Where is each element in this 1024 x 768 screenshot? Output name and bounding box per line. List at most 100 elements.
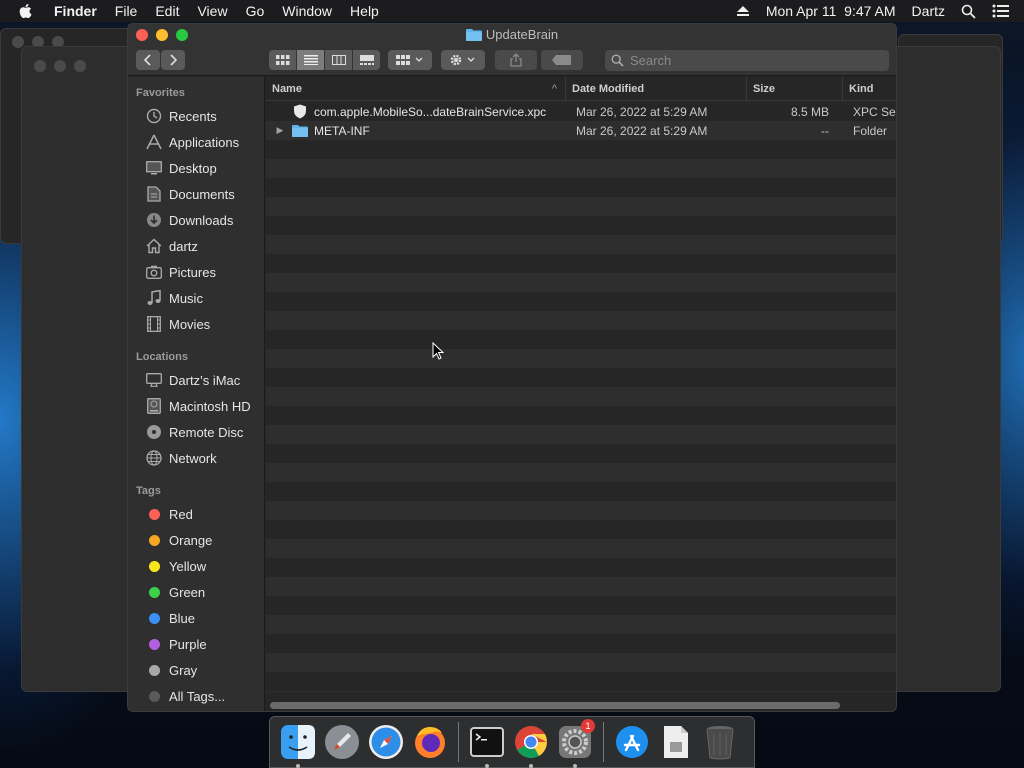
- sidebar-item-applications[interactable]: Applications: [128, 129, 264, 155]
- apple-menu-icon[interactable]: [18, 3, 40, 19]
- spotlight-search-icon[interactable]: [961, 4, 976, 19]
- sidebar-tag-orange[interactable]: Orange: [128, 527, 264, 553]
- dock-system-preferences[interactable]: 1: [555, 719, 595, 768]
- dock-terminal[interactable]: [467, 722, 507, 768]
- dock-safari[interactable]: [366, 722, 406, 762]
- sidebar-item-home[interactable]: dartz: [128, 233, 264, 259]
- sidebar-item-macintosh-hd[interactable]: Macintosh HD: [128, 393, 264, 419]
- edit-tags-button[interactable]: [541, 50, 583, 70]
- folder-icon: [465, 29, 482, 41]
- window-title: UpdateBrain: [485, 27, 559, 42]
- back-button[interactable]: [136, 50, 160, 70]
- action-menu-button[interactable]: [441, 50, 485, 70]
- dock-chrome[interactable]: [511, 722, 551, 768]
- blue-tag-dot-icon: [148, 612, 160, 624]
- sidebar-item-imac[interactable]: Dartz’s iMac: [128, 367, 264, 393]
- column-header-name[interactable]: Name ^: [266, 77, 566, 101]
- sidebar-item-recents[interactable]: Recents: [128, 103, 264, 129]
- icon-view-button[interactable]: [269, 50, 296, 70]
- column-header-date[interactable]: Date Modified: [566, 77, 747, 101]
- gallery-view-button[interactable]: [353, 50, 380, 70]
- sidebar-item-music[interactable]: Music: [128, 285, 264, 311]
- dock-finder[interactable]: [278, 722, 318, 768]
- disclosure-triangle-icon[interactable]: ▶: [274, 125, 286, 136]
- menu-clock[interactable]: Mon Apr 11 9:47 AM: [766, 3, 896, 19]
- column-header-size[interactable]: Size: [747, 77, 843, 101]
- list-view-button[interactable]: [297, 50, 324, 70]
- share-icon: [510, 53, 522, 67]
- menu-window[interactable]: Window: [282, 3, 332, 19]
- horizontal-scrollbar[interactable]: [270, 702, 840, 709]
- forward-button[interactable]: [161, 50, 185, 70]
- menu-go[interactable]: Go: [246, 3, 265, 19]
- search-input[interactable]: [630, 53, 870, 68]
- search-field[interactable]: [605, 50, 889, 71]
- all-tags-icon: [148, 690, 160, 702]
- dock-trash[interactable]: [700, 722, 740, 762]
- sidebar-item-downloads[interactable]: Downloads: [128, 207, 264, 233]
- sidebar-item-label: Recents: [169, 108, 217, 124]
- column-view-button[interactable]: [325, 50, 352, 70]
- gallery-icon: [359, 55, 374, 65]
- menu-view[interactable]: View: [197, 3, 227, 19]
- dock-firefox[interactable]: [410, 722, 450, 762]
- safari-icon: [369, 725, 403, 759]
- file-row[interactable]: com.apple.MobileSo...dateBrainService.xp…: [266, 102, 896, 121]
- gray-tag-dot-icon: [148, 664, 160, 676]
- file-date: Mar 26, 2022 at 5:29 AM: [576, 104, 708, 119]
- file-row[interactable]: ▶ META-INF Mar 26, 2022 at 5:29 AM -- Fo…: [266, 121, 896, 140]
- sidebar-tag-purple[interactable]: Purple: [128, 631, 264, 657]
- sidebar-tag-gray[interactable]: Gray: [128, 657, 264, 683]
- app-store-icon: [616, 726, 648, 758]
- sidebar-item-label: Red: [169, 506, 193, 522]
- file-name: com.apple.MobileSo...dateBrainService.xp…: [314, 104, 547, 119]
- dock-file[interactable]: [656, 722, 696, 762]
- sidebar-tag-green[interactable]: Green: [128, 579, 264, 605]
- chevron-right-icon: [170, 54, 178, 66]
- file-list[interactable]: Name ^ Date Modified Size Kind com.apple…: [266, 77, 896, 711]
- sidebar-item-label: Documents: [169, 186, 235, 202]
- notification-center-icon[interactable]: [992, 4, 1010, 18]
- share-button[interactable]: [495, 50, 537, 70]
- sidebar-tag-red[interactable]: Red: [128, 501, 264, 527]
- dock-app-store[interactable]: [612, 722, 652, 762]
- sidebar-item-desktop[interactable]: Desktop: [128, 155, 264, 181]
- sidebar-item-network[interactable]: Network: [128, 445, 264, 471]
- menu-file[interactable]: File: [115, 3, 138, 19]
- sidebar-tag-yellow[interactable]: Yellow: [128, 553, 264, 579]
- title-bar[interactable]: UpdateBrain: [128, 24, 896, 76]
- column-header-kind[interactable]: Kind: [843, 77, 896, 101]
- yellow-tag-dot-icon: [148, 560, 160, 572]
- menu-help[interactable]: Help: [350, 3, 379, 19]
- menu-user[interactable]: Dartz: [912, 3, 945, 19]
- sidebar-item-documents[interactable]: Documents: [128, 181, 264, 207]
- desktop-icon: [145, 159, 163, 177]
- columns-icon: [331, 55, 346, 65]
- sidebar-tag-blue[interactable]: Blue: [128, 605, 264, 631]
- dock-separator: [603, 722, 604, 762]
- sidebar-item-label: Blue: [169, 610, 196, 626]
- finder-icon: [281, 725, 315, 759]
- sidebar: Favorites Recents Applications Desktop D…: [128, 77, 265, 711]
- sidebar-item-movies[interactable]: Movies: [128, 311, 264, 337]
- file-icon: [664, 726, 688, 758]
- sidebar-section-favorites: Favorites: [136, 87, 185, 99]
- sidebar-item-pictures[interactable]: Pictures: [128, 259, 264, 285]
- menu-edit[interactable]: Edit: [155, 3, 179, 19]
- sidebar-item-label: Green: [169, 584, 206, 600]
- sidebar-item-label: Movies: [169, 316, 211, 332]
- sidebar-item-label: Remote Disc: [169, 424, 244, 440]
- file-size: --: [821, 123, 829, 138]
- sidebar-item-label: Purple: [169, 636, 207, 652]
- sidebar-item-remote-disc[interactable]: Remote Disc: [128, 419, 264, 445]
- file-kind: Folder: [853, 123, 888, 138]
- sidebar-all-tags[interactable]: All Tags...: [128, 683, 264, 709]
- menu-app-name[interactable]: Finder: [54, 3, 97, 19]
- download-icon: [145, 211, 163, 229]
- dock-launchpad[interactable]: [322, 722, 362, 762]
- sidebar-item-label: Applications: [169, 134, 240, 150]
- notification-badge: 1: [581, 719, 595, 733]
- mouse-cursor-icon: [432, 342, 444, 360]
- eject-icon[interactable]: [736, 5, 750, 17]
- group-by-button[interactable]: [388, 50, 432, 70]
